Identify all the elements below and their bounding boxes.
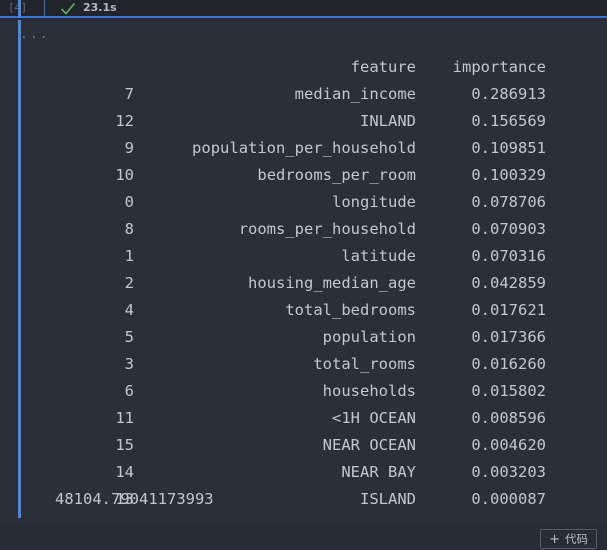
row-index: 11 [115, 409, 134, 427]
header-divider [44, 0, 45, 16]
row-index: 8 [124, 220, 134, 238]
row-importance: 0.017621 [471, 301, 546, 319]
row-feature: housing_median_age [248, 274, 416, 292]
row-importance: 0.070903 [471, 220, 546, 238]
execution-time-label: 23.1s [83, 1, 117, 14]
row-index: 5 [124, 328, 134, 346]
row-importance: 0.286913 [471, 85, 546, 103]
table-header-row: feature importance [0, 27, 546, 76]
cell-accent-bar-top [18, 0, 21, 18]
row-feature: rooms_per_household [238, 220, 416, 238]
row-index: 15 [115, 436, 134, 454]
dataframe-output: feature importance 7 median_income 0.286913… [0, 27, 546, 513]
row-feature: households [322, 382, 416, 400]
header-importance: importance [452, 58, 546, 76]
row-importance: 0.015802 [471, 382, 546, 400]
row-index: 1 [124, 247, 134, 265]
add-code-label: 代码 [565, 531, 588, 546]
row-feature: total_bedrooms [285, 301, 416, 319]
row-feature: population [322, 328, 416, 346]
row-index: 0 [124, 193, 134, 211]
row-importance: 0.100329 [471, 166, 546, 184]
row-feature: median_income [294, 85, 416, 103]
check-icon [60, 1, 76, 15]
row-index: 2 [124, 274, 134, 292]
row-importance: 0.109851 [471, 139, 546, 157]
row-feature: NEAR BAY [341, 463, 416, 481]
row-index: 9 [124, 139, 134, 157]
row-feature: total_rooms [313, 355, 416, 373]
row-index: 7 [124, 85, 134, 103]
row-feature: INLAND [360, 112, 416, 130]
row-importance: 0.008596 [471, 409, 546, 427]
row-importance: 0.042859 [471, 274, 546, 292]
row-index: 6 [124, 382, 134, 400]
row-index: 4 [124, 301, 134, 319]
row-importance: 0.156569 [471, 112, 546, 130]
row-index: 14 [115, 463, 134, 481]
row-feature: population_per_household [192, 139, 416, 157]
row-importance: 0.017366 [471, 328, 546, 346]
notebook-page-bottom [0, 523, 607, 550]
add-code-button[interactable]: + 代码 [540, 529, 597, 549]
row-index: 12 [115, 112, 134, 130]
header-feature: feature [350, 58, 416, 76]
row-importance: 0.016260 [471, 355, 546, 373]
row-importance: 0.003203 [471, 463, 546, 481]
row-feature: longitude [332, 193, 416, 211]
notebook-output-panel: [4] 23.1s ... featureimportance 7median_… [0, 0, 607, 550]
row-feature: <1H OCEAN [332, 409, 416, 427]
cell-status-header: [4] 23.1s [0, 0, 607, 18]
row-importance: 0.004620 [471, 436, 546, 454]
row-feature: bedrooms_per_room [257, 166, 416, 184]
row-index: 3 [124, 355, 134, 373]
row-importance: 0.000087 [471, 490, 546, 508]
row-index: 10 [115, 166, 134, 184]
row-importance: 0.070316 [471, 247, 546, 265]
row-importance: 0.078706 [471, 193, 546, 211]
row-feature: latitude [341, 247, 416, 265]
plus-icon: + [549, 531, 560, 547]
row-feature: NEAR OCEAN [322, 436, 416, 454]
